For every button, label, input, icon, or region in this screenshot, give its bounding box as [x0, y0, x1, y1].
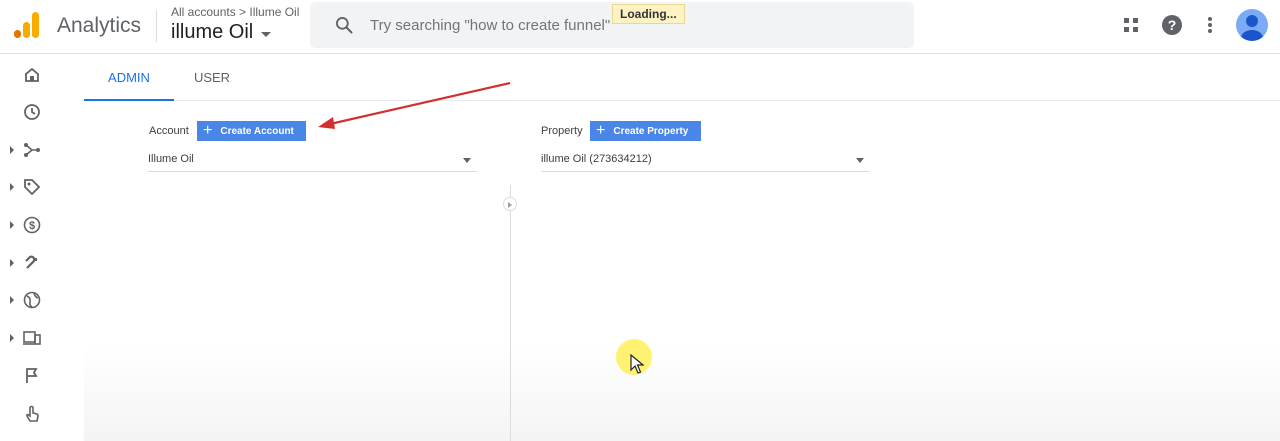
property-select-value: illume Oil (273634212)	[541, 153, 652, 165]
top-app-bar: Analytics All accounts > Illume Oil illu…	[0, 0, 1280, 54]
search-icon	[336, 17, 353, 34]
expand-arrow-icon	[10, 259, 14, 267]
sidebar-item-home[interactable]	[0, 60, 62, 90]
property-column-label: Property	[541, 125, 583, 137]
app-title: Analytics	[57, 14, 142, 37]
sidebar-item-monetization[interactable]: $	[0, 210, 62, 240]
create-property-label: Create Property	[613, 125, 689, 137]
background-fade	[84, 345, 1280, 441]
create-account-label: Create Account	[220, 125, 294, 137]
left-navigation: $	[0, 55, 62, 441]
account-select[interactable]: Illume Oil	[148, 148, 477, 172]
home-icon	[25, 67, 39, 82]
sidebar-item-engagement[interactable]	[0, 172, 62, 202]
create-property-button[interactable]: + Create Property	[590, 121, 701, 141]
globe-icon	[23, 291, 41, 309]
tag-icon	[24, 179, 41, 196]
create-account-button[interactable]: + Create Account	[197, 121, 306, 141]
sidebar-item-events[interactable]	[0, 361, 62, 391]
clock-icon	[24, 104, 40, 120]
chevron-down-icon	[261, 31, 272, 37]
svg-text:?: ?	[1168, 17, 1177, 33]
more-vert-icon[interactable]	[1197, 12, 1223, 38]
tab-admin[interactable]: ADMIN	[84, 55, 174, 101]
magnet-icon	[25, 255, 37, 269]
sidebar-item-demographics[interactable]	[0, 285, 62, 315]
sidebar-item-tech[interactable]	[0, 323, 62, 353]
expand-arrow-icon	[10, 183, 14, 191]
account-switcher[interactable]: illume Oil	[171, 21, 272, 44]
account-column-label: Account	[149, 125, 189, 137]
plus-icon: +	[596, 122, 606, 139]
collapse-column-handle-icon[interactable]	[503, 197, 517, 211]
tab-user[interactable]: USER	[176, 55, 248, 101]
analytics-logo-icon[interactable]	[14, 12, 40, 40]
svg-text:$: $	[29, 220, 35, 232]
sidebar-item-retention[interactable]	[0, 248, 62, 278]
admin-tabs: ADMIN USER	[84, 55, 1280, 101]
header-divider	[156, 10, 157, 42]
breadcrumb[interactable]: All accounts > Illume Oil	[171, 5, 299, 19]
expand-arrow-icon	[10, 334, 14, 342]
property-select[interactable]: illume Oil (273634212)	[541, 148, 870, 172]
apps-grid-icon[interactable]	[1118, 12, 1144, 38]
sidebar-item-realtime[interactable]	[0, 97, 62, 127]
plus-icon: +	[203, 122, 213, 139]
acquisition-icon	[24, 143, 40, 157]
admin-main-panel: ADMIN USER Account + Create Account Illu…	[84, 55, 1280, 441]
avatar[interactable]	[1236, 9, 1268, 41]
account-select-value: Illume Oil	[148, 153, 194, 165]
expand-arrow-icon	[10, 296, 14, 304]
mouse-pointer-icon	[630, 354, 644, 374]
sidebar-item-explore[interactable]	[0, 399, 62, 429]
sidebar-item-acquisition[interactable]	[0, 135, 62, 165]
help-icon[interactable]: ?	[1159, 12, 1185, 38]
loading-indicator: Loading...	[612, 4, 685, 24]
expand-arrow-icon	[10, 146, 14, 154]
column-divider	[510, 185, 511, 441]
dollar-icon: $	[23, 216, 41, 234]
dropdown-arrow-icon	[856, 158, 864, 163]
flag-icon	[26, 368, 38, 383]
dropdown-arrow-icon	[463, 158, 471, 163]
touch-icon	[26, 405, 39, 422]
account-name: illume Oil	[171, 21, 254, 43]
devices-icon	[23, 331, 41, 345]
expand-arrow-icon	[10, 221, 14, 229]
